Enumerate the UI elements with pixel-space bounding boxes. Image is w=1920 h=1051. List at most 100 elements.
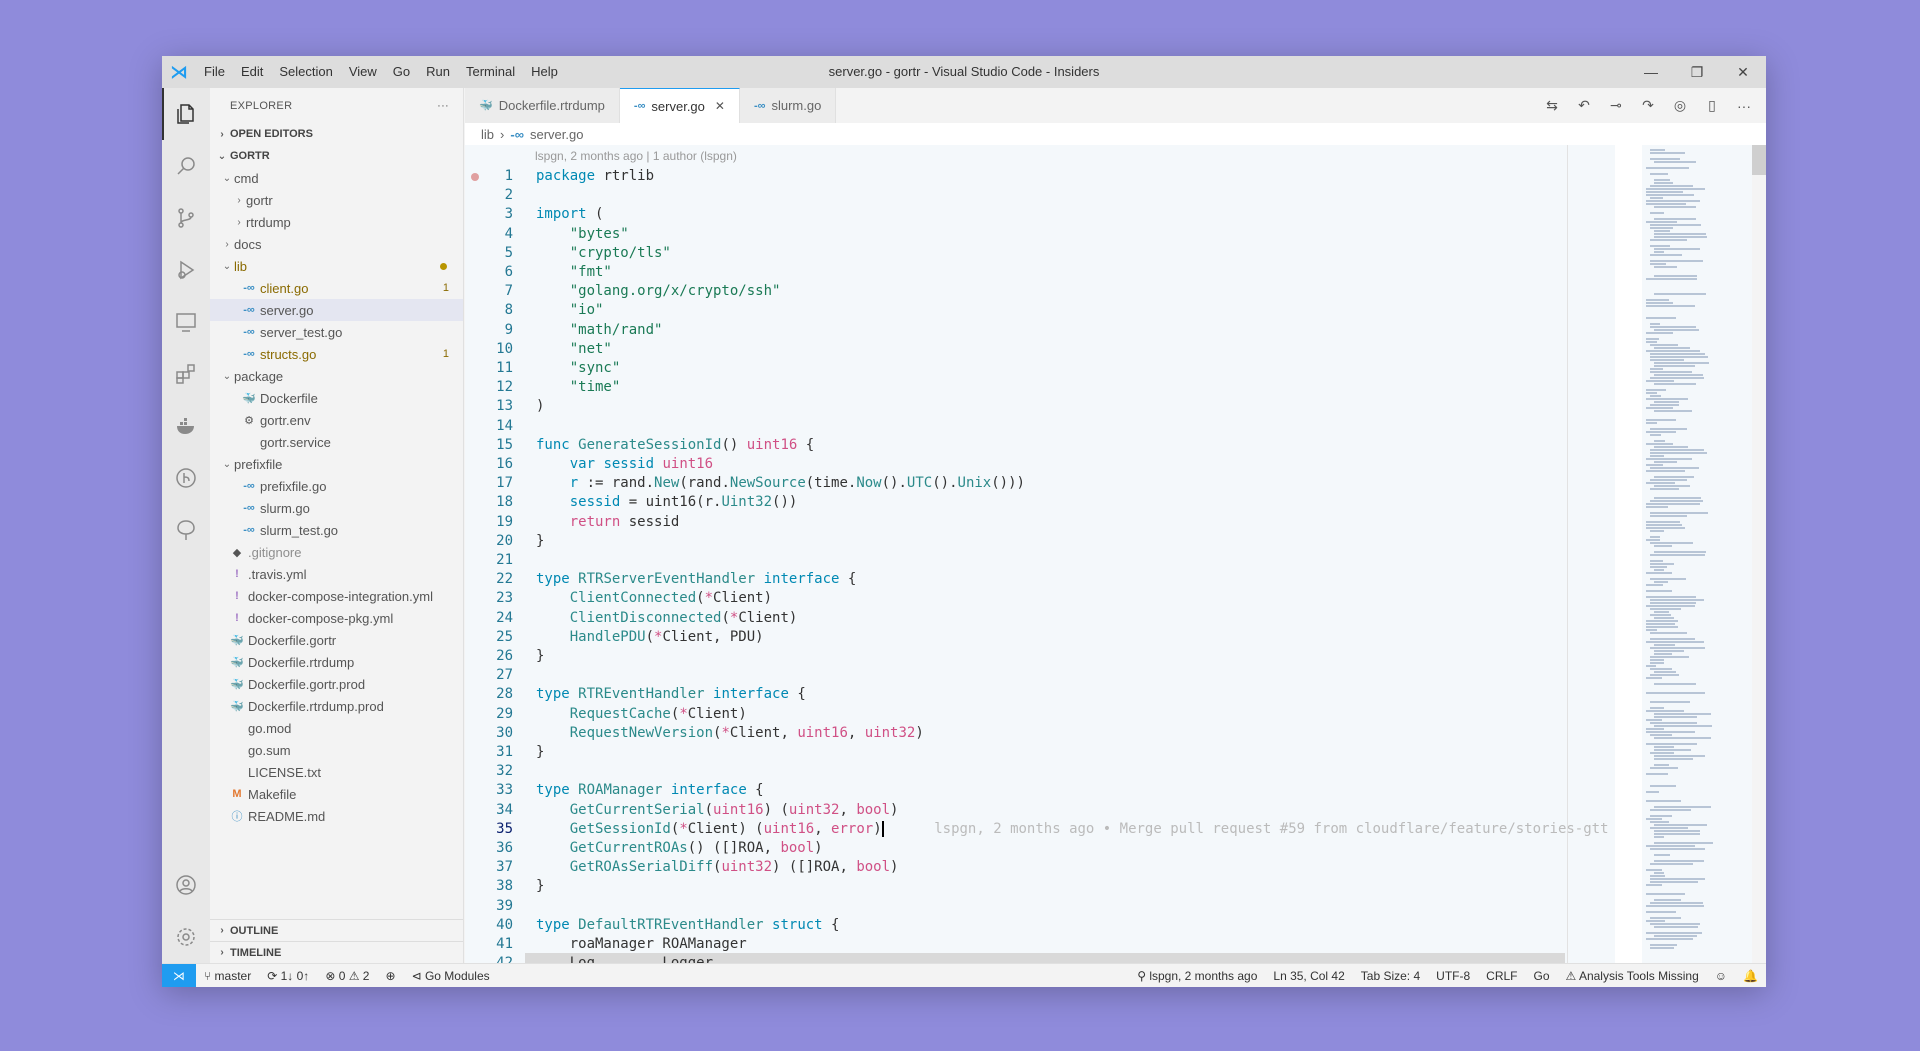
- tree-item[interactable]: › docs: [210, 233, 463, 255]
- bell-icon[interactable]: 🔔: [1735, 969, 1766, 983]
- tree-item[interactable]: -∞ slurm_test.go: [210, 519, 463, 541]
- remote-indicator-icon[interactable]: ⋊: [162, 963, 196, 987]
- scrollbar-thumb[interactable]: [1752, 145, 1766, 175]
- globe-icon[interactable]: ⊕: [377, 969, 403, 983]
- git-graph-icon[interactable]: [162, 452, 210, 504]
- tree-item[interactable]: ⓘ README.md: [210, 805, 463, 827]
- tree-item[interactable]: -∞ client.go 1: [210, 277, 463, 299]
- previous-change-icon[interactable]: ↶: [1568, 97, 1600, 114]
- tree-item[interactable]: 🐳 Dockerfile.rtrdump: [210, 651, 463, 673]
- tree-item[interactable]: 🐳 Dockerfile.rtrdump.prod: [210, 695, 463, 717]
- menu-selection[interactable]: Selection: [271, 56, 340, 88]
- minimap-line: [1646, 458, 1692, 460]
- tree-item[interactable]: go.mod: [210, 717, 463, 739]
- minimize-button[interactable]: —: [1628, 56, 1674, 88]
- breadcrumb-folder[interactable]: lib: [481, 127, 494, 142]
- search-icon[interactable]: [162, 140, 210, 192]
- tab-server-go[interactable]: -∞ server.go ✕: [619, 88, 740, 123]
- breadcrumb-file[interactable]: server.go: [530, 127, 583, 142]
- code-text: "bytes": [536, 225, 629, 244]
- tree-item[interactable]: 🐳 Dockerfile.gortr.prod: [210, 673, 463, 695]
- tree-item[interactable]: -∞ server.go: [210, 299, 463, 321]
- tree-item[interactable]: 🐳 Dockerfile: [210, 387, 463, 409]
- menu-run[interactable]: Run: [418, 56, 458, 88]
- feedback-icon[interactable]: ☺: [1707, 969, 1735, 983]
- tree-item[interactable]: -∞ slurm.go: [210, 497, 463, 519]
- code-editor[interactable]: lspgn, 2 months ago | 1 author (lspgn) 1…: [465, 145, 1615, 963]
- code-text: HandlePDU(*Client, PDU): [536, 628, 764, 647]
- encoding[interactable]: UTF-8: [1428, 969, 1478, 983]
- menu-file[interactable]: File: [196, 56, 233, 88]
- tree-icon[interactable]: [162, 504, 210, 556]
- tree-item[interactable]: ⚙ gortr.env: [210, 409, 463, 431]
- tab-dockerfile-rtrdump[interactable]: 🐳 Dockerfile.rtrdump: [465, 88, 620, 123]
- tree-item[interactable]: ◆ .gitignore: [210, 541, 463, 563]
- menu-edit[interactable]: Edit: [233, 56, 271, 88]
- docker-icon[interactable]: [162, 400, 210, 452]
- tree-item[interactable]: ⌄ lib: [210, 255, 463, 277]
- commit-icon[interactable]: ⊸: [1600, 97, 1632, 114]
- close-tab-icon[interactable]: ✕: [715, 99, 725, 113]
- blame-status[interactable]: ⚲ lspgn, 2 months ago: [1129, 969, 1265, 983]
- run-debug-icon[interactable]: [162, 244, 210, 296]
- minimap-line: [1650, 815, 1672, 817]
- analysis-tools-status[interactable]: ⚠ Analysis Tools Missing: [1558, 969, 1707, 983]
- more-actions-button[interactable]: ···: [437, 100, 449, 112]
- menu-go[interactable]: Go: [385, 56, 418, 88]
- chevron-right-icon: ›: [237, 216, 241, 228]
- tree-item[interactable]: ! docker-compose-integration.yml: [210, 585, 463, 607]
- language-mode[interactable]: Go: [1526, 969, 1558, 983]
- minimap-line: [1650, 323, 1660, 325]
- cursor-position[interactable]: Ln 35, Col 42: [1265, 969, 1352, 983]
- tree-item[interactable]: -∞ structs.go 1: [210, 343, 463, 365]
- tree-item[interactable]: 🐳 Dockerfile.gortr: [210, 629, 463, 651]
- account-icon[interactable]: [162, 859, 210, 911]
- minimap-line: [1650, 863, 1693, 865]
- tree-item[interactable]: ⌄ cmd: [210, 167, 463, 189]
- branch-status[interactable]: ⑂ master: [196, 969, 259, 983]
- source-control-icon[interactable]: [162, 192, 210, 244]
- tree-item[interactable]: › gortr: [210, 189, 463, 211]
- end-of-line[interactable]: CRLF: [1478, 969, 1525, 983]
- explorer-icon[interactable]: [162, 88, 210, 140]
- tree-item[interactable]: -∞ prefixfile.go: [210, 475, 463, 497]
- tree-item[interactable]: gortr.service: [210, 431, 463, 453]
- vertical-scrollbar[interactable]: [1752, 145, 1766, 963]
- tree-item[interactable]: ⌄ prefixfile: [210, 453, 463, 475]
- minimap-line: [1650, 566, 1667, 568]
- tree-item[interactable]: LICENSE.txt: [210, 761, 463, 783]
- split-editor-icon[interactable]: ▯: [1696, 97, 1728, 114]
- tree-item[interactable]: ! docker-compose-pkg.yml: [210, 607, 463, 629]
- problems-status[interactable]: ⊗ 0 ⚠ 2: [317, 969, 377, 983]
- go-modules-status[interactable]: ⊲ Go Modules: [404, 969, 498, 983]
- tree-item[interactable]: M Makefile: [210, 783, 463, 805]
- tree-item[interactable]: ! .travis.yml: [210, 563, 463, 585]
- codelens-author[interactable]: lspgn, 2 months ago | 1 author (lspgn): [535, 149, 737, 163]
- next-change-icon[interactable]: ↷: [1632, 97, 1664, 114]
- gear-icon[interactable]: [162, 911, 210, 963]
- tree-item[interactable]: -∞ server_test.go: [210, 321, 463, 343]
- menu-help[interactable]: Help: [523, 56, 566, 88]
- timeline-section[interactable]: › TIMELINE: [210, 941, 463, 963]
- menu-terminal[interactable]: Terminal: [458, 56, 523, 88]
- extensions-icon[interactable]: [162, 348, 210, 400]
- menu-view[interactable]: View: [341, 56, 385, 88]
- minimap-line: [1650, 902, 1703, 904]
- tree-item[interactable]: ⌄ package: [210, 365, 463, 387]
- tree-item[interactable]: go.sum: [210, 739, 463, 761]
- tree-item[interactable]: › rtrdump: [210, 211, 463, 233]
- sync-status[interactable]: ⟳ 1↓ 0↑: [259, 969, 317, 983]
- maximize-button[interactable]: ❐: [1674, 56, 1720, 88]
- close-button[interactable]: ✕: [1720, 56, 1766, 88]
- outline-section[interactable]: › OUTLINE: [210, 919, 463, 941]
- minimap[interactable]: [1642, 145, 1752, 963]
- git-lens-icon[interactable]: ◎: [1664, 97, 1696, 114]
- open-editors-section[interactable]: › OPEN EDITORS: [210, 123, 463, 145]
- more-icon[interactable]: ···: [1728, 98, 1760, 114]
- open-changes-icon[interactable]: ⇆: [1536, 97, 1568, 114]
- tab-slurm-go[interactable]: -∞ slurm.go: [739, 88, 837, 123]
- remote-explorer-icon[interactable]: [162, 296, 210, 348]
- workspace-section[interactable]: ⌄ GORTR: [210, 145, 463, 167]
- tab-size[interactable]: Tab Size: 4: [1353, 969, 1428, 983]
